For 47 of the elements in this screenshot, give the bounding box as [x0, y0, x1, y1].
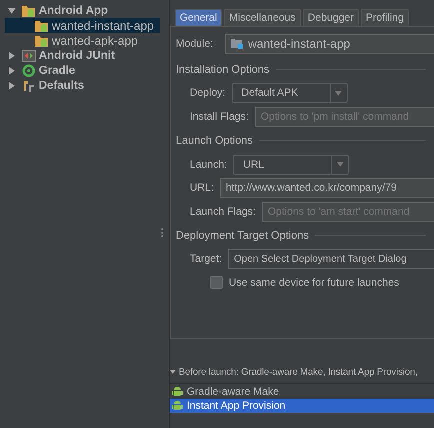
dropdown[interactable]: Default APK: [232, 83, 348, 104]
tree-item[interactable]: Android App: [5, 3, 160, 18]
tab[interactable]: General: [175, 9, 222, 26]
dropdown-arrow-icon: [336, 162, 344, 168]
splitter-handle-icon[interactable]: [161, 228, 164, 238]
tab[interactable]: Miscellaneous: [224, 9, 301, 26]
section-title: Installation Options: [176, 64, 270, 76]
wrench-icon: [22, 78, 36, 92]
tab[interactable]: Profiling: [361, 9, 409, 26]
dropdown[interactable]: URL: [233, 154, 350, 175]
collapsed-arrow-icon[interactable]: [8, 82, 16, 90]
section-title: Launch Options: [176, 134, 254, 147]
field-label: URL:: [190, 182, 214, 194]
collapsed-arrow-icon[interactable]: [8, 52, 16, 60]
gradle-icon: [22, 64, 36, 78]
folder-icon: [35, 20, 49, 32]
section-title: Deployment Target Options: [176, 230, 310, 242]
module-field[interactable]: wanted-instant-app: [225, 34, 434, 54]
tab[interactable]: Debugger: [302, 9, 360, 26]
field-label: Deploy:: [190, 87, 226, 100]
expanded-arrow-icon[interactable]: [170, 369, 176, 375]
task-item[interactable]: Gradle-aware Make: [170, 385, 434, 399]
url-field[interactable]: http://www.wanted.co.kr/company/79: [220, 178, 434, 198]
dropdown-arrow-icon: [335, 90, 342, 96]
field-label: Module:: [176, 38, 214, 50]
task-item[interactable]: Instant App Provision: [170, 399, 434, 413]
before-launch-title: Before launch: Gradle-aware Make, Instant App Provision,: [179, 366, 418, 378]
target-dropdown[interactable]: Open Select Deployment Target Dialog: [228, 249, 434, 270]
tree-item[interactable]: Defaults: [5, 78, 160, 93]
android-icon: [172, 400, 183, 412]
collapsed-arrow-icon[interactable]: [8, 66, 16, 74]
checkbox-label: Use same device for future launches: [229, 276, 400, 289]
tree-item[interactable]: wanted-instant-app: [5, 18, 160, 33]
folder-icon: [35, 34, 49, 46]
expanded-arrow-icon[interactable]: [8, 6, 16, 14]
field-label: Launch:: [190, 158, 228, 171]
field-label: Target:: [190, 253, 222, 266]
android-icon: [172, 386, 183, 398]
folder-icon: [22, 4, 36, 16]
tree-item[interactable]: Gradle: [5, 63, 160, 78]
module-folder-icon: [231, 38, 244, 50]
field-label: Install Flags:: [190, 110, 249, 123]
tree-item[interactable]: wanted-apk-app: [5, 33, 160, 48]
checkbox[interactable]: [210, 276, 223, 290]
field-label: Launch Flags:: [190, 206, 256, 218]
test-runner-icon: [22, 50, 36, 62]
tree-item[interactable]: Android JUnit: [5, 48, 160, 63]
